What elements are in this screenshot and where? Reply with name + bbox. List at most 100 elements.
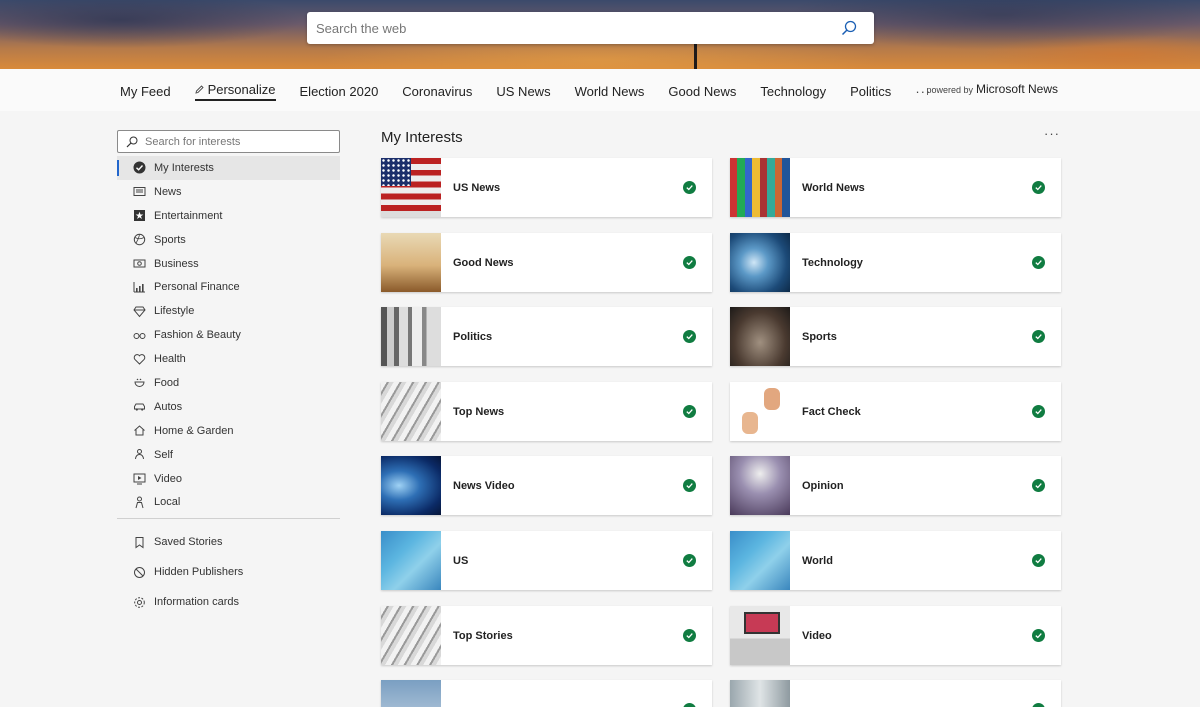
tab-coronavirus[interactable]: Coronavirus [402,82,472,100]
interest-card-label: Video [802,629,832,642]
followed-check-icon[interactable] [1032,554,1045,567]
interest-card[interactable] [381,680,712,707]
followed-check-icon[interactable] [1032,256,1045,269]
heart-icon [132,352,146,366]
interest-card-video[interactable]: Video [730,606,1061,665]
tab-my-feed[interactable]: My Feed [120,82,171,100]
more-options-button[interactable]: ··· [1044,126,1060,141]
sidebar-item-entertainment[interactable]: Entertainment [117,204,340,228]
interest-card-world[interactable]: World [730,531,1061,590]
home-icon [132,424,146,438]
interest-thumbnail [381,382,441,441]
interest-card-politics[interactable]: Politics [381,307,712,366]
interest-card-label: News Video [453,479,515,492]
followed-check-icon[interactable] [1032,405,1045,418]
tab-politics[interactable]: Politics [850,82,891,100]
interest-card-top-news[interactable]: Top News [381,382,712,441]
tab-personalize[interactable]: Personalize [194,81,276,101]
interest-card-technology[interactable]: Technology [730,233,1061,292]
interest-card-world-news[interactable]: World News [730,158,1061,217]
sidebar-item-lifestyle[interactable]: Lifestyle [117,299,340,323]
sidebar-item-fashion-and-beauty[interactable]: Fashion & Beauty [117,323,340,347]
powered-by: powered by Microsoft News [926,82,1058,96]
sidebar-link-label: Information cards [154,596,239,609]
tab-technology[interactable]: Technology [760,82,826,100]
interest-card-us-news[interactable]: US News [381,158,712,217]
interest-card-label: Sports [802,330,837,343]
sidebar-item-food[interactable]: Food [117,371,340,395]
sidebar-item-my-interests[interactable]: My Interests [117,156,340,180]
bookmark-icon [132,535,146,549]
interest-card-label: World News [802,181,865,194]
followed-check-icon[interactable] [683,256,696,269]
sidebar-item-self[interactable]: Self [117,443,340,467]
sidebar-link-saved-stories[interactable]: Saved Stories [117,527,340,557]
self-icon [132,448,146,462]
interest-card-fact-check[interactable]: Fact Check [730,382,1061,441]
interest-card-top-stories[interactable]: Top Stories [381,606,712,665]
interests-search-input[interactable] [142,135,339,148]
chart-icon [132,280,146,294]
sidebar-item-label: Business [154,257,199,270]
followed-check-icon[interactable] [683,629,696,642]
sidebar-item-home-and-garden[interactable]: Home & Garden [117,419,340,443]
top-navigation: My Feed Personalize Election 2020 Coronavir… [0,69,1200,111]
sidebar-item-news[interactable]: News [117,180,340,204]
sidebar-link-label: Saved Stories [154,536,223,549]
sidebar-item-label: Autos [154,400,183,413]
interest-card-label: Opinion [802,479,844,492]
sidebar-link-information-cards[interactable]: Information cards [117,587,340,617]
tab-election-2020[interactable]: Election 2020 [300,82,379,100]
sidebar-item-personal-finance[interactable]: Personal Finance [117,275,340,299]
tab-world-news[interactable]: World News [575,82,645,100]
sidebar-item-sports[interactable]: Sports [117,228,340,252]
sidebar-link-label: Hidden Publishers [154,566,244,579]
interest-card-news-video[interactable]: News Video [381,456,712,515]
followed-check-icon[interactable] [683,554,696,567]
search-icon [118,136,142,148]
nav-item-label: Election 2020 [299,83,379,99]
followed-check-icon[interactable] [1032,629,1045,642]
interest-thumbnail [381,531,441,590]
sidebar-item-video[interactable]: Video [117,467,340,491]
interests-search-box[interactable] [117,130,340,153]
food-icon [132,376,146,390]
interest-card-us[interactable]: US [381,531,712,590]
diamond-icon [132,304,146,318]
interest-thumbnail [730,382,790,441]
money-icon [132,257,146,271]
followed-check-icon[interactable] [683,330,696,343]
sidebar-item-health[interactable]: Health [117,347,340,371]
web-search-input[interactable] [307,12,832,44]
interest-card[interactable] [730,680,1061,707]
interest-thumbnail [730,680,790,707]
sidebar-link-hidden-publishers[interactable]: Hidden Publishers [117,557,340,587]
newspaper-icon [132,185,146,199]
interest-card-sports[interactable]: Sports [730,307,1061,366]
sidebar-divider [117,518,340,520]
interest-card-opinion[interactable]: Opinion [730,456,1061,515]
interest-thumbnail [730,606,790,665]
followed-check-icon[interactable] [683,405,696,418]
followed-check-icon[interactable] [1032,479,1045,492]
sidebar-item-business[interactable]: Business [117,252,340,276]
followed-check-icon[interactable] [683,479,696,492]
sidebar-item-label: Fashion & Beauty [154,329,241,342]
sidebar-item-local[interactable]: Local [117,490,340,514]
person-icon [132,495,146,509]
web-search-box[interactable] [307,12,874,44]
interest-card-good-news[interactable]: Good News [381,233,712,292]
tab-us-news[interactable]: US News [496,82,550,100]
followed-check-icon[interactable] [683,703,696,707]
followed-check-icon[interactable] [1032,181,1045,194]
sidebar-item-autos[interactable]: Autos [117,395,340,419]
nav-item-label: Personalize [207,81,276,97]
followed-check-icon[interactable] [683,181,696,194]
sidebar-item-label: Lifestyle [154,305,195,318]
interest-categories: My Interests News Entertainment Sports Busin… [117,156,340,514]
followed-check-icon[interactable] [1032,330,1045,343]
search-icon[interactable] [832,12,866,44]
glasses-icon [132,328,146,342]
followed-check-icon[interactable] [1032,703,1045,707]
tab-good-news[interactable]: Good News [668,82,736,100]
